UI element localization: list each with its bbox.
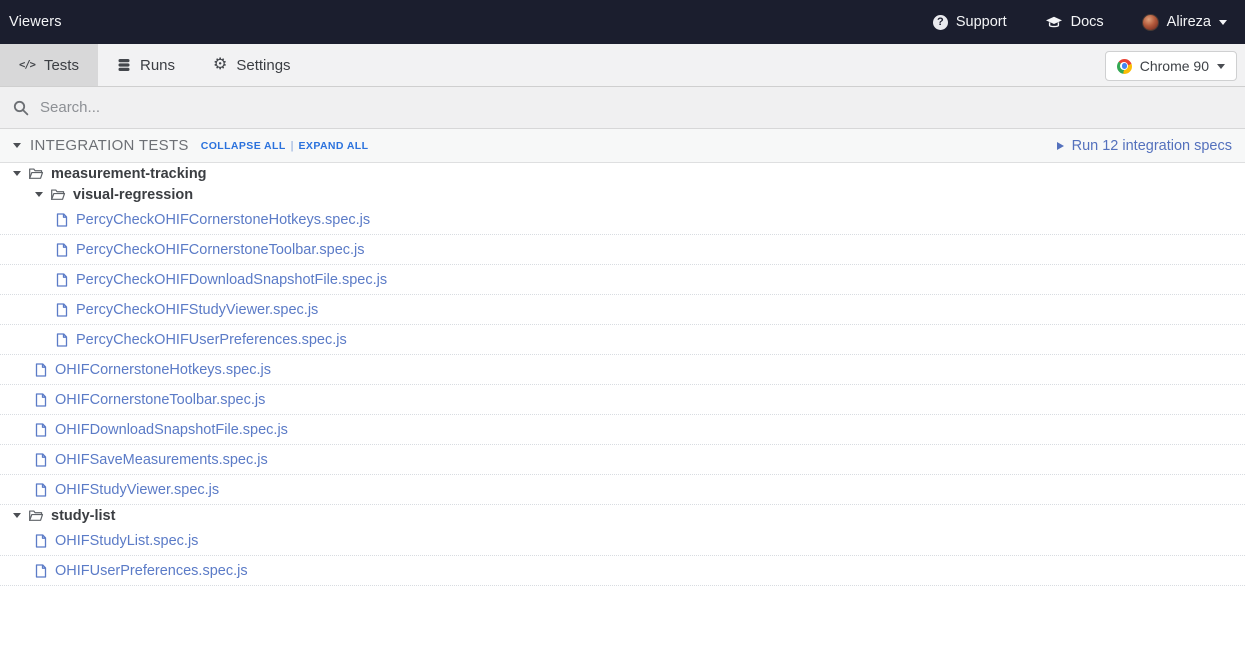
- folder-open-icon: [50, 188, 66, 201]
- spec-row[interactable]: PercyCheckOHIFUserPreferences.spec.js: [0, 325, 1245, 355]
- spec-tree: measurement-tracking visual-regression P…: [0, 163, 1245, 586]
- spec-row[interactable]: OHIFSaveMeasurements.spec.js: [0, 445, 1245, 475]
- docs-link[interactable]: Docs: [1045, 14, 1104, 30]
- spec-row[interactable]: PercyCheckOHIFCornerstoneToolbar.spec.js: [0, 235, 1245, 265]
- folder-label: study-list: [51, 508, 115, 524]
- spec-link[interactable]: OHIFCornerstoneHotkeys.spec.js: [55, 362, 271, 378]
- play-icon: [1057, 142, 1064, 150]
- tab-bar: </> Tests Runs ⚙ Settings Chrome 90: [0, 44, 1245, 87]
- support-label: Support: [956, 14, 1007, 30]
- spec-link[interactable]: PercyCheckOHIFDownloadSnapshotFile.spec.…: [76, 272, 387, 288]
- run-all-specs-label: Run 12 integration specs: [1072, 138, 1232, 154]
- run-all-specs-button[interactable]: Run 12 integration specs: [1057, 138, 1232, 154]
- spec-row[interactable]: OHIFCornerstoneHotkeys.spec.js: [0, 355, 1245, 385]
- caret-down-icon[interactable]: [35, 192, 43, 197]
- avatar: [1142, 14, 1159, 31]
- tab-tests-label: Tests: [44, 57, 79, 74]
- expand-all-link[interactable]: EXPAND ALL: [299, 140, 369, 152]
- code-icon: </>: [19, 59, 35, 71]
- spec-row[interactable]: OHIFUserPreferences.spec.js: [0, 556, 1245, 586]
- file-icon: [35, 423, 47, 437]
- tree-folder-measurement-tracking[interactable]: measurement-tracking: [0, 163, 1245, 184]
- spec-row[interactable]: OHIFDownloadSnapshotFile.spec.js: [0, 415, 1245, 445]
- file-icon: [35, 363, 47, 377]
- docs-label: Docs: [1071, 14, 1104, 30]
- file-icon: [56, 333, 68, 347]
- spec-link[interactable]: OHIFStudyList.spec.js: [55, 533, 198, 549]
- file-icon: [35, 564, 47, 578]
- file-icon: [56, 273, 68, 287]
- topbar-actions: ? Support Docs Alireza: [933, 14, 1227, 31]
- search-input[interactable]: [40, 99, 940, 116]
- file-icon: [35, 483, 47, 497]
- user-menu[interactable]: Alireza: [1142, 14, 1227, 31]
- file-icon: [35, 534, 47, 548]
- tab-settings[interactable]: ⚙ Settings: [194, 44, 310, 86]
- search-bar: [0, 87, 1245, 129]
- spec-link[interactable]: OHIFStudyViewer.spec.js: [55, 482, 219, 498]
- chevron-down-icon: [1217, 64, 1225, 69]
- chevron-down-icon: [1219, 20, 1227, 25]
- tab-tests[interactable]: </> Tests: [0, 44, 98, 86]
- folder-label: measurement-tracking: [51, 166, 207, 182]
- tab-runs-label: Runs: [140, 57, 175, 74]
- spec-link[interactable]: PercyCheckOHIFUserPreferences.spec.js: [76, 332, 347, 348]
- browser-selector-label: Chrome 90: [1140, 58, 1209, 74]
- support-link[interactable]: ? Support: [933, 14, 1007, 30]
- integration-tests-title: INTEGRATION TESTS: [30, 137, 189, 154]
- integration-tests-header: INTEGRATION TESTS COLLAPSE ALL | EXPAND …: [0, 129, 1245, 163]
- tab-runs[interactable]: Runs: [98, 44, 194, 86]
- file-icon: [35, 393, 47, 407]
- link-separator: |: [291, 140, 294, 152]
- folder-label: visual-regression: [73, 187, 193, 203]
- caret-down-icon[interactable]: [13, 171, 21, 176]
- project-title: Viewers: [9, 14, 62, 30]
- gear-icon: ⚙: [213, 57, 227, 73]
- spec-link[interactable]: OHIFSaveMeasurements.spec.js: [55, 452, 268, 468]
- tab-settings-label: Settings: [236, 57, 290, 74]
- spec-row[interactable]: OHIFStudyList.spec.js: [0, 526, 1245, 556]
- file-icon: [35, 453, 47, 467]
- tree-folder-study-list[interactable]: study-list: [0, 505, 1245, 526]
- folder-open-icon: [28, 509, 44, 522]
- database-icon: [117, 58, 131, 72]
- header-links: COLLAPSE ALL | EXPAND ALL: [201, 140, 369, 152]
- spec-link[interactable]: OHIFCornerstoneToolbar.spec.js: [55, 392, 265, 408]
- file-icon: [56, 303, 68, 317]
- folder-open-icon: [28, 167, 44, 180]
- caret-down-icon[interactable]: [13, 513, 21, 518]
- chrome-icon: [1117, 59, 1132, 74]
- spec-row[interactable]: OHIFCornerstoneToolbar.spec.js: [0, 385, 1245, 415]
- spec-link[interactable]: PercyCheckOHIFCornerstoneHotkeys.spec.js: [76, 212, 370, 228]
- browser-selector-button[interactable]: Chrome 90: [1105, 51, 1237, 81]
- search-icon: [13, 100, 29, 116]
- spec-row[interactable]: PercyCheckOHIFStudyViewer.spec.js: [0, 295, 1245, 325]
- file-icon: [56, 213, 68, 227]
- caret-down-icon[interactable]: [13, 143, 21, 148]
- user-name: Alireza: [1167, 14, 1211, 30]
- top-navigation-bar: Viewers ? Support Docs Alireza: [0, 0, 1245, 44]
- tree-folder-visual-regression[interactable]: visual-regression: [0, 184, 1245, 205]
- spec-row[interactable]: PercyCheckOHIFCornerstoneHotkeys.spec.js: [0, 205, 1245, 235]
- spec-link[interactable]: OHIFUserPreferences.spec.js: [55, 563, 248, 579]
- file-icon: [56, 243, 68, 257]
- spec-link[interactable]: PercyCheckOHIFStudyViewer.spec.js: [76, 302, 318, 318]
- spec-row[interactable]: OHIFStudyViewer.spec.js: [0, 475, 1245, 505]
- spec-link[interactable]: PercyCheckOHIFCornerstoneToolbar.spec.js: [76, 242, 365, 258]
- graduation-cap-icon: [1045, 16, 1063, 29]
- spec-link[interactable]: OHIFDownloadSnapshotFile.spec.js: [55, 422, 288, 438]
- spec-row[interactable]: PercyCheckOHIFDownloadSnapshotFile.spec.…: [0, 265, 1245, 295]
- collapse-all-link[interactable]: COLLAPSE ALL: [201, 140, 286, 152]
- question-circle-icon: ?: [933, 15, 948, 30]
